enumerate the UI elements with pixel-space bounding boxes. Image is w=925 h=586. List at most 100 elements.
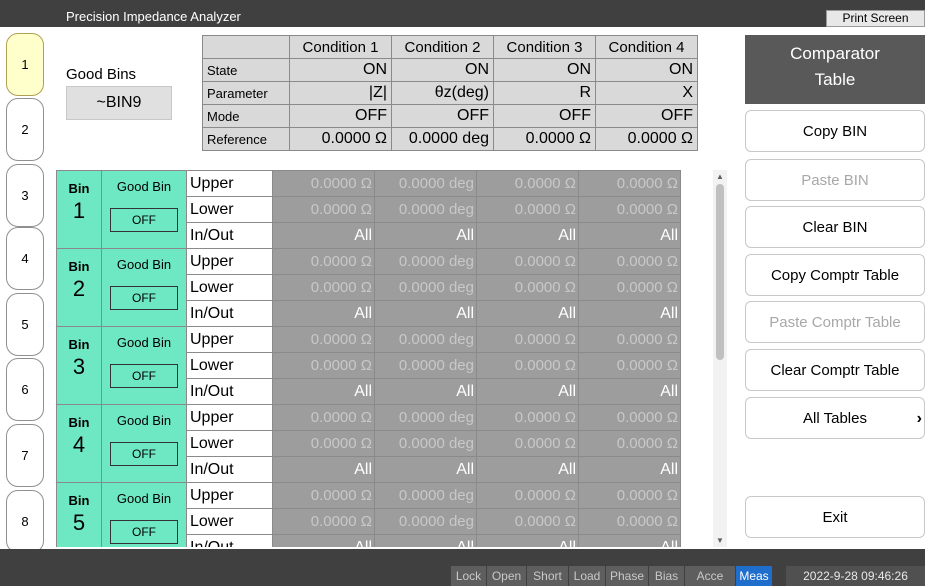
inout-cell[interactable]: All [272,300,375,327]
lower-limit-cell[interactable]: 0.0000 deg [374,430,477,457]
lower-limit-cell[interactable]: 0.0000 Ω [578,430,681,457]
paste-bin-button[interactable]: Paste BIN [745,159,925,201]
reference-cell[interactable]: 0.0000 Ω [595,127,698,151]
state-cell[interactable]: ON [595,58,698,82]
upper-limit-cell[interactable]: 0.0000 Ω [272,170,375,197]
scroll-up-arrow-icon[interactable]: ▲ [713,172,727,181]
lower-limit-cell[interactable]: 0.0000 Ω [476,196,579,223]
upper-limit-cell[interactable]: 0.0000 Ω [272,326,375,353]
mode-cell[interactable]: OFF [493,104,596,128]
good-bin-toggle[interactable]: OFF [110,520,178,544]
upper-limit-cell[interactable]: 0.0000 deg [374,404,477,431]
lower-limit-cell[interactable]: 0.0000 Ω [578,508,681,535]
exit-button[interactable]: Exit [745,496,925,538]
inout-cell[interactable]: All [374,300,477,327]
good-bin-toggle[interactable]: OFF [110,286,178,310]
parameter-cell[interactable]: R [493,81,596,105]
upper-limit-cell[interactable]: 0.0000 Ω [272,404,375,431]
inout-cell[interactable]: All [272,222,375,249]
inout-cell[interactable]: All [476,300,579,327]
inout-cell[interactable]: All [578,456,681,483]
upper-limit-cell[interactable]: 0.0000 deg [374,482,477,509]
good-bins-field[interactable]: ~BIN9 [66,86,172,120]
inout-cell[interactable]: All [476,378,579,405]
clear-bin-button[interactable]: Clear BIN [745,206,925,248]
upper-limit-cell[interactable]: 0.0000 deg [374,170,477,197]
copy-bin-button[interactable]: Copy BIN [745,110,925,152]
scroll-down-arrow-icon[interactable]: ▼ [713,536,727,545]
lower-limit-cell[interactable]: 0.0000 Ω [272,430,375,457]
upper-limit-cell[interactable]: 0.0000 Ω [578,326,681,353]
lower-limit-cell[interactable]: 0.0000 Ω [476,274,579,301]
upper-limit-cell[interactable]: 0.0000 Ω [578,482,681,509]
side-tab-6[interactable]: 6 [6,358,44,421]
side-tab-4[interactable]: 4 [6,227,44,290]
parameter-cell[interactable]: X [595,81,698,105]
lower-limit-cell[interactable]: 0.0000 Ω [272,352,375,379]
inout-cell[interactable]: All [272,534,375,547]
upper-limit-cell[interactable]: 0.0000 Ω [578,404,681,431]
lower-limit-cell[interactable]: 0.0000 Ω [578,352,681,379]
mode-cell[interactable]: OFF [391,104,494,128]
upper-limit-cell[interactable]: 0.0000 deg [374,326,477,353]
inout-cell[interactable]: All [476,222,579,249]
parameter-cell[interactable]: |Z| [289,81,392,105]
side-tab-2[interactable]: 2 [6,98,44,161]
copy-comptr-table-button[interactable]: Copy Comptr Table [745,254,925,296]
bins-scrollbar[interactable]: ▲ ▼ [713,170,727,547]
scroll-thumb[interactable] [716,184,724,360]
lower-limit-cell[interactable]: 0.0000 Ω [272,274,375,301]
lower-limit-cell[interactable]: 0.0000 Ω [476,430,579,457]
good-bin-toggle[interactable]: OFF [110,442,178,466]
inout-cell[interactable]: All [374,456,477,483]
side-tab-7[interactable]: 7 [6,424,44,487]
lower-limit-cell[interactable]: 0.0000 Ω [476,508,579,535]
inout-cell[interactable]: All [374,534,477,547]
lower-limit-cell[interactable]: 0.0000 deg [374,196,477,223]
inout-cell[interactable]: All [272,378,375,405]
mode-cell[interactable]: OFF [289,104,392,128]
state-cell[interactable]: ON [493,58,596,82]
inout-cell[interactable]: All [578,300,681,327]
inout-cell[interactable]: All [374,378,477,405]
paste-comptr-table-button[interactable]: Paste Comptr Table [745,301,925,343]
good-bin-toggle[interactable]: OFF [110,364,178,388]
all-tables-button[interactable]: All Tables › [745,397,925,439]
lower-limit-cell[interactable]: 0.0000 Ω [578,196,681,223]
side-tab-1[interactable]: 1 [6,33,44,96]
inout-cell[interactable]: All [374,222,477,249]
mode-cell[interactable]: OFF [595,104,698,128]
upper-limit-cell[interactable]: 0.0000 Ω [476,248,579,275]
print-screen-button[interactable]: Print Screen [826,10,925,27]
reference-cell[interactable]: 0.0000 Ω [289,127,392,151]
lower-limit-cell[interactable]: 0.0000 Ω [272,508,375,535]
lower-limit-cell[interactable]: 0.0000 deg [374,508,477,535]
upper-limit-cell[interactable]: 0.0000 Ω [272,482,375,509]
good-bin-toggle[interactable]: OFF [110,208,178,232]
side-tab-8[interactable]: 8 [6,490,44,553]
inout-cell[interactable]: All [578,378,681,405]
upper-limit-cell[interactable]: 0.0000 Ω [476,170,579,197]
lower-limit-cell[interactable]: 0.0000 deg [374,274,477,301]
lower-limit-cell[interactable]: 0.0000 deg [374,352,477,379]
upper-limit-cell[interactable]: 0.0000 Ω [578,170,681,197]
state-cell[interactable]: ON [391,58,494,82]
clear-comptr-table-button[interactable]: Clear Comptr Table [745,349,925,391]
inout-cell[interactable]: All [272,456,375,483]
reference-cell[interactable]: 0.0000 deg [391,127,494,151]
lower-limit-cell[interactable]: 0.0000 Ω [578,274,681,301]
inout-cell[interactable]: All [578,534,681,547]
inout-cell[interactable]: All [476,534,579,547]
upper-limit-cell[interactable]: 0.0000 Ω [476,482,579,509]
upper-limit-cell[interactable]: 0.0000 Ω [476,404,579,431]
state-cell[interactable]: ON [289,58,392,82]
parameter-cell[interactable]: θz(deg) [391,81,494,105]
upper-limit-cell[interactable]: 0.0000 deg [374,248,477,275]
inout-cell[interactable]: All [578,222,681,249]
lower-limit-cell[interactable]: 0.0000 Ω [476,352,579,379]
upper-limit-cell[interactable]: 0.0000 Ω [476,326,579,353]
lower-limit-cell[interactable]: 0.0000 Ω [272,196,375,223]
side-tab-5[interactable]: 5 [6,293,44,356]
upper-limit-cell[interactable]: 0.0000 Ω [272,248,375,275]
upper-limit-cell[interactable]: 0.0000 Ω [578,248,681,275]
